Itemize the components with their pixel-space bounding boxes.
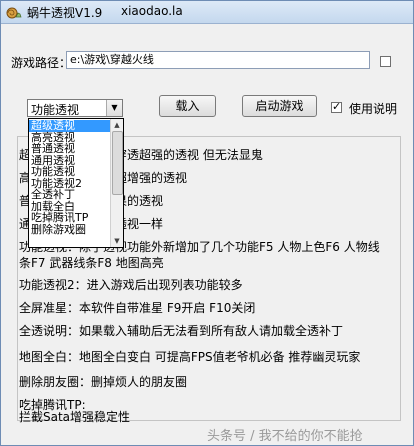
scrollbar-thumb[interactable] [112,131,123,195]
mode-select[interactable]: 功能透视 ▼ [27,99,123,117]
start-game-button[interactable]: 启动游戏 [242,95,317,117]
top-right-checkbox[interactable] [380,56,391,67]
mode-option[interactable]: 功能透视 [29,166,111,178]
desc-line-8: 全屏准星：本软件自带准星 F9开启 F10关闭 [19,301,256,315]
title-bar[interactable]: 蜗牛透视V1.9 xiaodao.la [1,1,413,24]
app-window: 蜗牛透视V1.9 xiaodao.la 游戏路径： e:\游戏\穿越火线 功能透… [0,0,414,446]
mode-option[interactable]: 全透补丁 [29,189,111,201]
mode-option[interactable]: 删除游戏圈 [29,224,111,236]
desc-line-10: 地图全白：地图全白变白 可提高FPS值老爷机必备 推荐幽灵玩家 [19,350,361,364]
scroll-down-icon[interactable]: ▼ [111,235,123,247]
desc-line-6: 条F7 武器线条F8 地图高亮 [19,256,164,270]
desc-line-7: 功能透视2：进入游戏后出现列表功能较多 [19,278,243,292]
mode-option[interactable]: 吃掉腾讯TP [29,212,111,224]
watermark-text: 头条号 / 我不给的你不能抢 [207,429,363,444]
load-button[interactable]: 载入 [159,95,216,117]
use-help-checkbox[interactable] [331,100,342,113]
window-site: xiaodao.la [121,4,183,18]
mode-option[interactable]: 超级透视 [29,120,111,132]
scroll-up-icon[interactable]: ▲ [111,119,123,131]
mode-options: 超级透视 高亮透视 普通透视 通用透视 功能透视 功能透视2 全透补丁 加载全白 吃掉腾讯TP 删… [29,120,111,235]
mode-option[interactable]: 普通透视 [29,143,111,155]
chevron-down-icon[interactable]: ▼ [106,100,122,116]
window-title: 蜗牛透视V1.9 [27,6,103,20]
desc-line-11: 删除朋友圈：删掉烦人的朋友圈 [19,375,188,389]
snail-app-icon [6,7,22,19]
dropdown-scrollbar[interactable]: ▲ ▼ [110,119,123,247]
desc-line-9: 全透说明：如果载入辅助后无法看到所有敌人请加载全透补丁 [19,324,344,338]
game-path-input[interactable]: e:\游戏\穿越火线 [66,51,370,69]
mode-select-value: 功能透视 [31,103,80,117]
game-path-label: 游戏路径： [11,56,72,70]
mode-dropdown-list[interactable]: 超级透视 高亮透视 普通透视 通用透视 功能透视 功能透视2 全透补丁 加载全白 吃掉腾讯TP 删… [28,118,124,248]
use-help-label: 使用说明 [349,102,398,116]
desc-line-13: 拦截Sata增强稳定性 [19,410,131,424]
